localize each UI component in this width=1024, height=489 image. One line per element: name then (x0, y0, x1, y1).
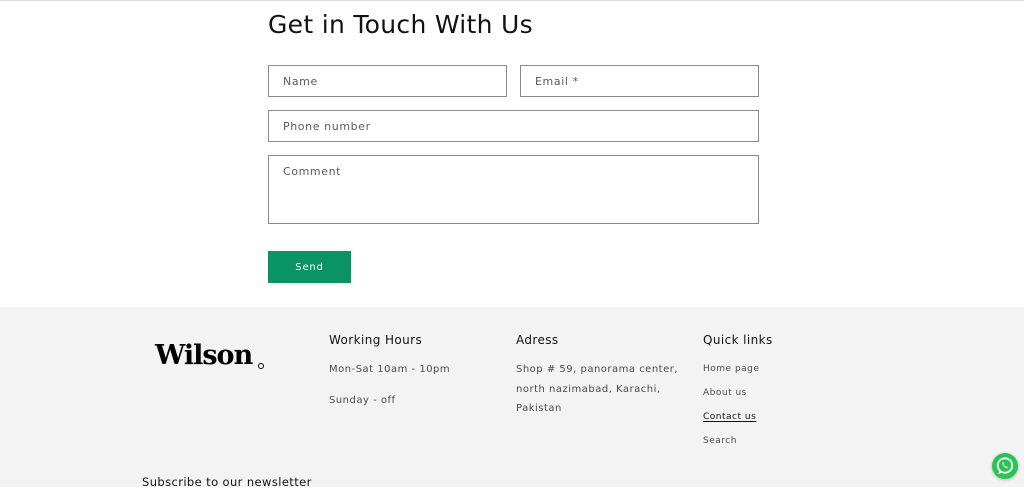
send-button[interactable]: Send (268, 251, 351, 283)
working-hours-title: Working Hours (329, 333, 423, 347)
registered-mark (258, 363, 264, 369)
comment-field[interactable] (268, 155, 759, 224)
email-field[interactable] (520, 65, 759, 97)
address-text: Shop # 59, panorama center, north nazima… (516, 364, 679, 414)
quick-link-about[interactable]: About us (703, 388, 747, 398)
phone-field[interactable] (268, 110, 759, 142)
name-field[interactable] (268, 65, 507, 97)
quick-links-title: Quick links (703, 333, 773, 347)
quick-link-home[interactable]: Home page (703, 364, 759, 374)
quick-link-contact[interactable]: Contact us (703, 412, 756, 422)
wilson-logo[interactable]: Wilson (155, 340, 253, 371)
working-hours-weekdays: Mon-Sat 10am - 10pm (329, 364, 451, 375)
footer: Wilson Working Hours Mon-Sat 10am - 10pm… (0, 307, 1024, 489)
working-hours-sunday: Sunday - off (329, 395, 396, 406)
page-title: Get in Touch With Us (268, 10, 533, 39)
whatsapp-icon (996, 457, 1014, 474)
quick-link-search[interactable]: Search (703, 436, 737, 446)
address-title: Adress (516, 333, 559, 347)
top-divider (0, 0, 1024, 1)
whatsapp-chat-button[interactable] (992, 453, 1018, 479)
